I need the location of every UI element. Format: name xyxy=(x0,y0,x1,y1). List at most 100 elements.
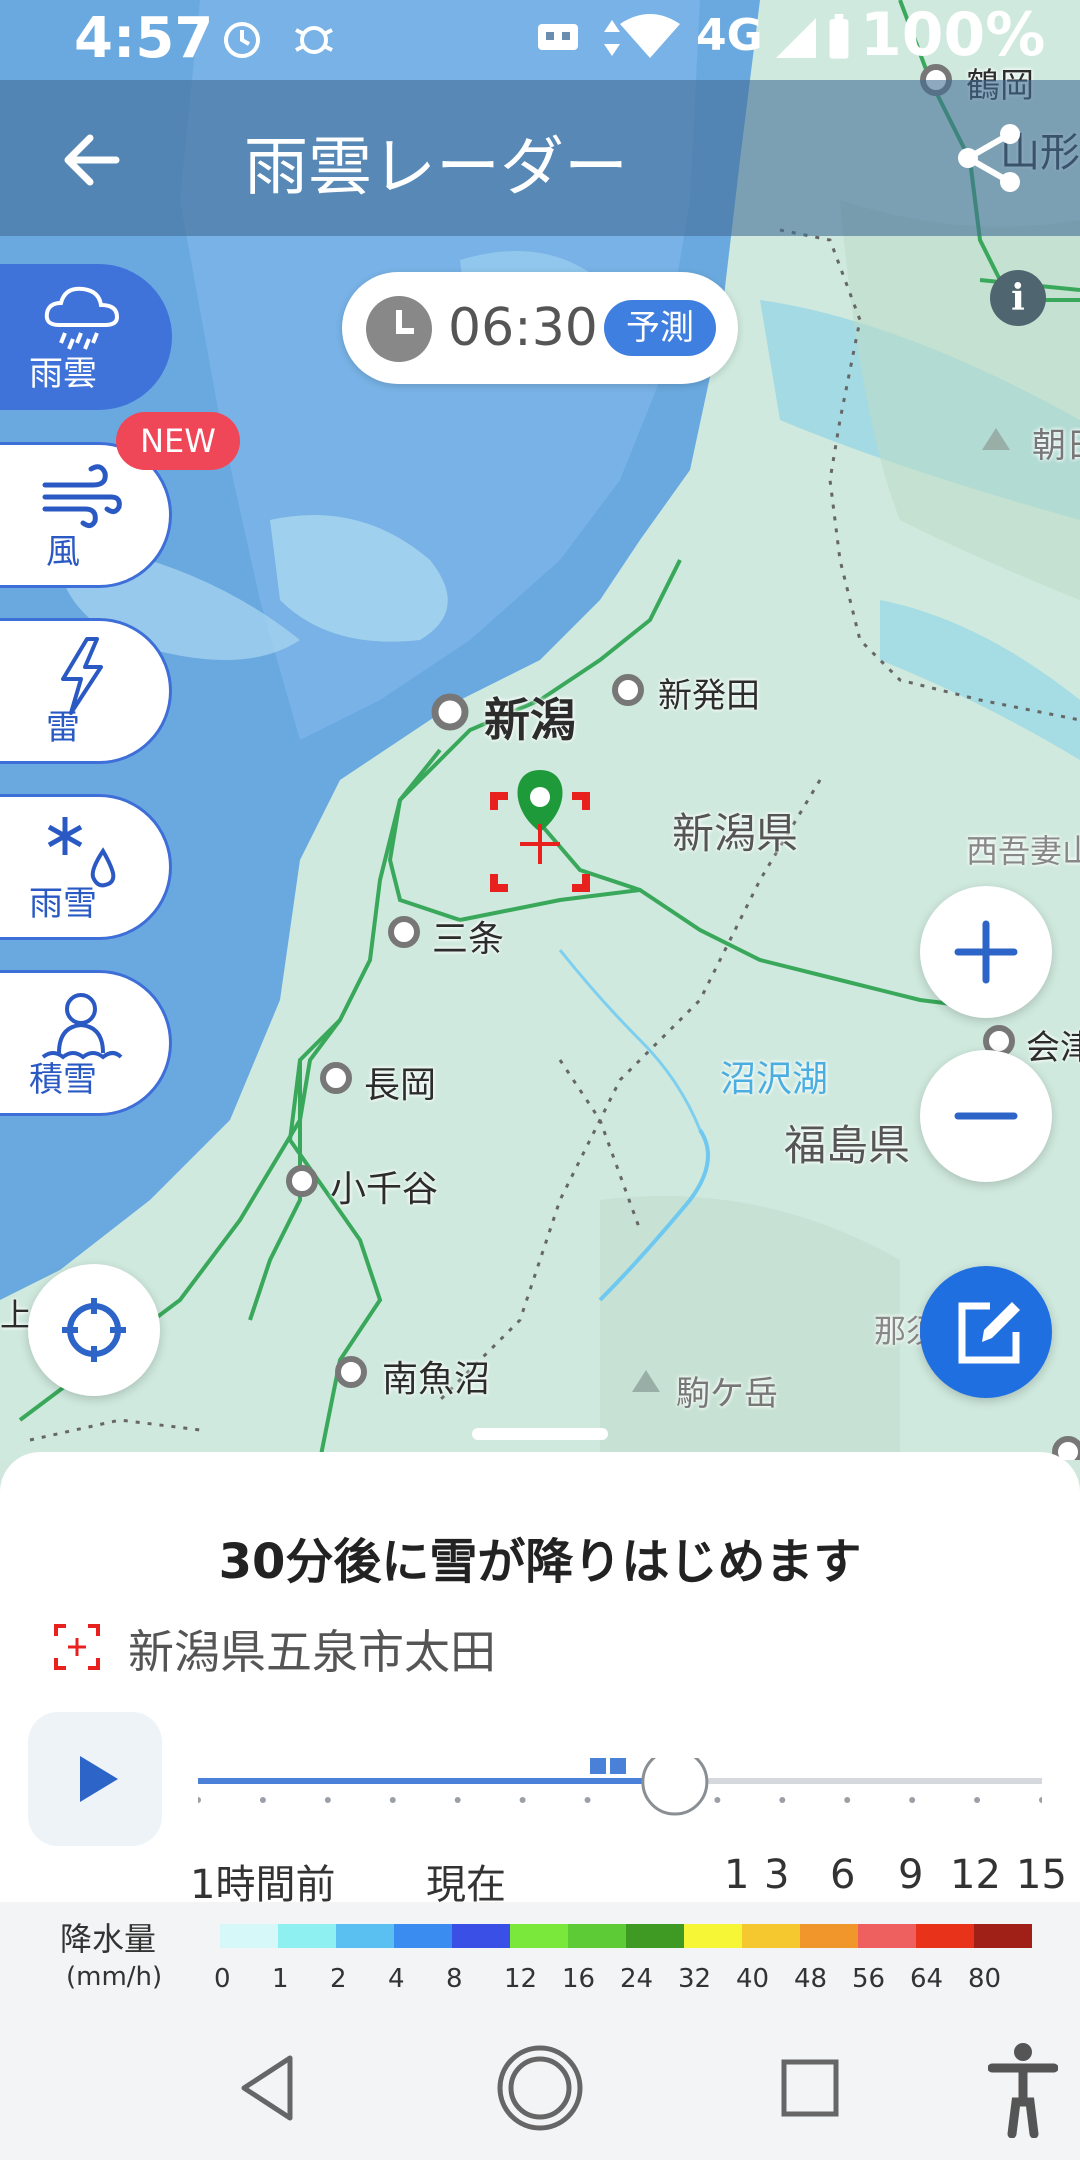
timeline-tick-dot xyxy=(1039,1797,1042,1803)
legend-tick: 48 xyxy=(794,1964,828,1994)
wind-icon xyxy=(42,464,122,529)
legend-swatch xyxy=(452,1924,510,1948)
legend-swatch xyxy=(510,1924,568,1948)
signal-icon xyxy=(776,18,816,58)
new-badge: NEW xyxy=(116,412,240,470)
wifi-icon xyxy=(620,14,680,58)
legend-tick: 56 xyxy=(852,1964,886,1994)
status-bar: 4:57 4G 100% xyxy=(0,0,1080,80)
cloud-rain-icon xyxy=(44,286,120,350)
timeline-tick-dot xyxy=(974,1797,981,1803)
timeline-tick-dot xyxy=(779,1797,786,1803)
timeline-label: 1 xyxy=(724,1852,750,1898)
timeline-tick-dot xyxy=(909,1797,916,1803)
legend-swatch xyxy=(974,1924,1032,1948)
location-name: 新潟県五泉市太田 xyxy=(128,1625,496,1679)
legend-tick: 8 xyxy=(446,1964,463,1994)
current-marker xyxy=(610,1758,626,1774)
timeline-tick-dot xyxy=(454,1797,461,1803)
nav-home-icon[interactable] xyxy=(496,2044,584,2132)
arrow-left-icon[interactable] xyxy=(56,124,128,196)
legend-swatch xyxy=(742,1924,800,1948)
timeline-tick-dot xyxy=(198,1797,201,1803)
accessibility-icon[interactable] xyxy=(988,2042,1058,2138)
legend-tick: 24 xyxy=(620,1964,654,1994)
legend-title: 降水量 xyxy=(60,1920,157,1958)
layer-button-snow-depth[interactable]: 積雪 xyxy=(0,970,172,1116)
layer-label: 風 xyxy=(46,532,80,572)
location-pin-icon xyxy=(517,770,563,832)
edit-button[interactable] xyxy=(920,1266,1052,1398)
place-label: 駒ケ岳 xyxy=(676,1374,778,1414)
legend-swatch xyxy=(858,1924,916,1948)
info-icon[interactable]: i xyxy=(990,270,1046,326)
zoom-in-button[interactable] xyxy=(920,886,1052,1018)
current-marker xyxy=(590,1758,606,1774)
timeline-slider[interactable] xyxy=(198,1758,1042,1838)
share-icon[interactable] xyxy=(950,118,1030,198)
forecast-time: 06:30 xyxy=(448,298,598,358)
legend-swatch xyxy=(800,1924,858,1948)
app-bar: 雨雲レーダー xyxy=(0,80,1080,236)
layer-button-rain[interactable]: 雨雲 xyxy=(0,264,172,410)
legend-tick: 4 xyxy=(388,1964,405,1994)
lake-label: 沼沢湖 xyxy=(720,1059,829,1100)
forecast-time-chip[interactable]: 06:30 予測 xyxy=(342,272,738,384)
forecast-headline: 30分後に雪が降りはじめます xyxy=(218,1534,862,1590)
legend-swatch xyxy=(336,1924,394,1948)
legend-swatch xyxy=(626,1924,684,1948)
precipitation-legend: 降水量 (mm/h) 0 1 2 4 8 12 16 24 32 40 48 56 64 80 xyxy=(0,1902,1080,2020)
place-label: 新潟 xyxy=(484,693,576,747)
place-label: 南魚沼 xyxy=(382,1359,491,1400)
region-label: 新潟県 xyxy=(672,809,799,858)
timeline-tick-dot xyxy=(584,1797,591,1803)
timeline-tick-dot xyxy=(389,1797,396,1803)
debug-icon xyxy=(295,26,333,54)
legend-tick: 40 xyxy=(736,1964,770,1994)
nav-recents-icon[interactable] xyxy=(780,2058,840,2118)
layer-button-snow-rain[interactable]: 雨雪 xyxy=(0,794,172,940)
legend-tick: 0 xyxy=(214,1964,231,1994)
legend-tick: 80 xyxy=(968,1964,1002,1994)
legend-tick: 64 xyxy=(910,1964,944,1994)
timeline-label: 3 xyxy=(764,1852,790,1898)
legend-tick: 32 xyxy=(678,1964,712,1994)
legend-tick: 1 xyxy=(272,1964,289,1994)
timeline-thumb[interactable] xyxy=(641,1758,709,1816)
my-location-button[interactable] xyxy=(28,1264,160,1396)
status-time: 4:57 xyxy=(74,6,214,71)
forecast-sheet: 30分後に雪が降りはじめます 新潟県五泉市太田 1時間前 現在 1 3 6 9 … xyxy=(0,1428,1080,1908)
place-label: 三条 xyxy=(432,919,505,960)
timeline-tick-dot xyxy=(714,1797,721,1803)
timeline-label: 9 xyxy=(898,1852,924,1898)
timeline-tick-dot xyxy=(324,1797,331,1803)
edit-icon xyxy=(958,1302,1020,1364)
system-nav-bar xyxy=(0,2020,1080,2160)
minus-icon xyxy=(954,1112,1018,1120)
crosshair-icon xyxy=(62,1298,126,1362)
legend-swatch xyxy=(684,1924,742,1948)
legend-swatch xyxy=(220,1924,278,1948)
sheet-handle[interactable] xyxy=(472,1428,608,1440)
layer-label: 雨雪 xyxy=(29,884,97,924)
legend-swatch xyxy=(394,1924,452,1948)
legend-tick: 16 xyxy=(562,1964,596,1994)
layer-button-thunder[interactable]: 雷 xyxy=(0,618,172,764)
nav-back-icon[interactable] xyxy=(236,2052,300,2124)
battery-percent: 100% xyxy=(860,0,1046,70)
legend-swatch xyxy=(568,1924,626,1948)
page-title: 雨雲レーダー xyxy=(244,131,628,205)
alarm-icon xyxy=(224,22,260,58)
timeline-label: 12 xyxy=(950,1852,1001,1898)
timeline-tick-dot xyxy=(519,1797,526,1803)
network-type: 4G xyxy=(696,10,763,61)
legend-swatch xyxy=(278,1924,336,1948)
place-label: 長岡 xyxy=(364,1065,437,1106)
play-button[interactable] xyxy=(28,1712,162,1846)
timeline-progress xyxy=(198,1778,675,1784)
legend-tick: 2 xyxy=(330,1964,347,1994)
layer-label: 雷 xyxy=(46,708,80,748)
place-label: 西吾妻山 xyxy=(966,832,1080,870)
place-label: 新発田 xyxy=(658,676,760,716)
zoom-out-button[interactable] xyxy=(920,1050,1052,1182)
